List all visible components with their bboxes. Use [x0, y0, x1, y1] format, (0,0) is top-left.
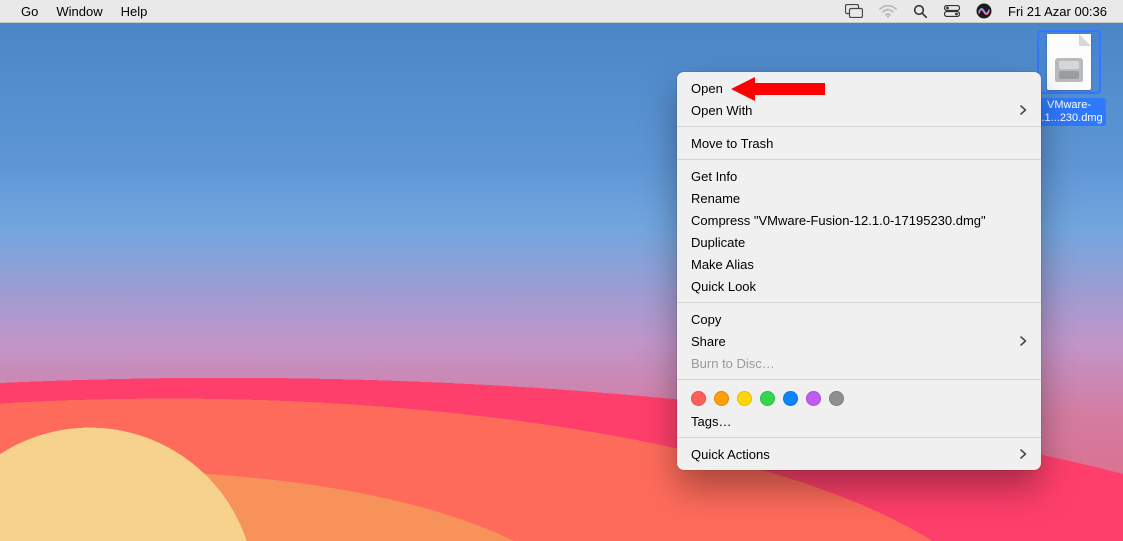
- file-icon: [1037, 30, 1101, 94]
- ctx-open-with-label: Open With: [691, 103, 752, 118]
- ctx-rename-label: Rename: [691, 191, 740, 206]
- ctx-make-alias-label: Make Alias: [691, 257, 754, 272]
- ctx-open-label: Open: [691, 81, 723, 96]
- ctx-compress[interactable]: Compress "VMware-Fusion-12.1.0-17195230.…: [677, 209, 1041, 231]
- menubar-clock[interactable]: Fri 21 Azar 00:36: [1000, 0, 1115, 23]
- file-label-line1: VMware-: [1047, 99, 1091, 111]
- ctx-tags[interactable]: Tags…: [677, 410, 1041, 432]
- tag-red[interactable]: [691, 391, 706, 406]
- ctx-move-to-trash[interactable]: Move to Trash: [677, 132, 1041, 154]
- separator: [677, 379, 1041, 380]
- chevron-right-icon: [1020, 449, 1027, 459]
- ctx-share[interactable]: Share: [677, 330, 1041, 352]
- control-center-icon[interactable]: [936, 0, 968, 23]
- screen-mirroring-icon[interactable]: [837, 0, 871, 23]
- menubar-right: Fri 21 Azar 00:36: [837, 0, 1115, 23]
- ctx-share-label: Share: [691, 334, 726, 349]
- ctx-get-info[interactable]: Get Info: [677, 165, 1041, 187]
- ctx-open[interactable]: Open: [677, 77, 1041, 99]
- ctx-open-with[interactable]: Open With: [677, 99, 1041, 121]
- ctx-duplicate[interactable]: Duplicate: [677, 231, 1041, 253]
- menu-go[interactable]: Go: [12, 0, 47, 23]
- ctx-quick-look-label: Quick Look: [691, 279, 756, 294]
- ctx-move-to-trash-label: Move to Trash: [691, 136, 773, 151]
- menu-window[interactable]: Window: [47, 0, 111, 23]
- dmg-file-glyph: [1047, 34, 1091, 90]
- disk-image-icon: [1055, 58, 1083, 82]
- tag-gray[interactable]: [829, 391, 844, 406]
- ctx-make-alias[interactable]: Make Alias: [677, 253, 1041, 275]
- ctx-burn-label: Burn to Disc…: [691, 356, 775, 371]
- context-menu: Open Open With Move to Trash Get Info Re…: [677, 72, 1041, 470]
- tag-green[interactable]: [760, 391, 775, 406]
- chevron-right-icon: [1020, 105, 1027, 115]
- ctx-get-info-label: Get Info: [691, 169, 737, 184]
- tag-color-row: [677, 385, 1041, 410]
- ctx-burn-to-disc: Burn to Disc…: [677, 352, 1041, 374]
- wifi-icon[interactable]: [871, 0, 905, 23]
- ctx-compress-label: Compress "VMware-Fusion-12.1.0-17195230.…: [691, 213, 986, 228]
- separator: [677, 159, 1041, 160]
- menu-help[interactable]: Help: [112, 0, 157, 23]
- separator: [677, 302, 1041, 303]
- separator: [677, 126, 1041, 127]
- ctx-quick-actions[interactable]: Quick Actions: [677, 443, 1041, 465]
- chevron-right-icon: [1020, 336, 1027, 346]
- tag-orange[interactable]: [714, 391, 729, 406]
- ctx-tags-label: Tags…: [691, 414, 731, 429]
- tag-blue[interactable]: [783, 391, 798, 406]
- ctx-quick-actions-label: Quick Actions: [691, 447, 770, 462]
- ctx-quick-look[interactable]: Quick Look: [677, 275, 1041, 297]
- ctx-rename[interactable]: Rename: [677, 187, 1041, 209]
- tag-purple[interactable]: [806, 391, 821, 406]
- siri-icon[interactable]: [968, 0, 1000, 23]
- file-label-line2: ...1...230.dmg: [1035, 112, 1102, 124]
- spotlight-icon[interactable]: [905, 0, 936, 23]
- ctx-copy[interactable]: Copy: [677, 308, 1041, 330]
- ctx-copy-label: Copy: [691, 312, 721, 327]
- menubar: Go Window Help Fri 21 Azar 00:36: [0, 0, 1123, 23]
- tag-yellow[interactable]: [737, 391, 752, 406]
- ctx-duplicate-label: Duplicate: [691, 235, 745, 250]
- separator: [677, 437, 1041, 438]
- file-label: VMware- ...1...230.dmg: [1032, 98, 1105, 126]
- menubar-left: Go Window Help: [12, 0, 156, 23]
